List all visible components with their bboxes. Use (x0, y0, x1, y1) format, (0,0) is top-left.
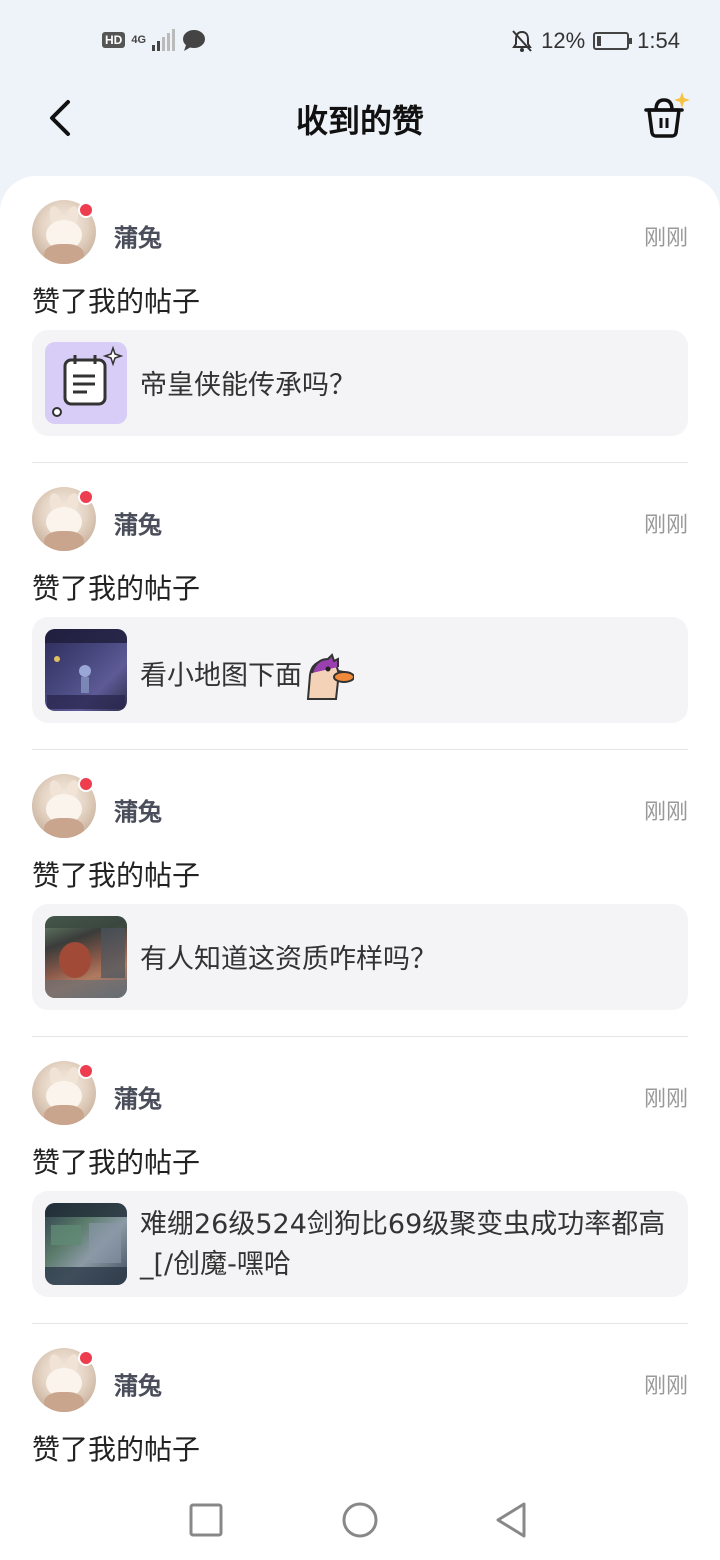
action-text: 赞了我的帖子 (32, 859, 201, 892)
dinosaur-emoji-icon (306, 653, 354, 700)
post-text: 有人知道这资质咋样吗？ (140, 944, 437, 975)
like-item[interactable]: 蒲兔 刚刚 赞了我的帖子 有人知道这资质咋样吗？ (32, 774, 688, 1014)
timestamp: 刚刚 (643, 226, 688, 251)
action-text: 赞了我的帖子 (32, 1433, 201, 1466)
battery-percent: 12% (541, 28, 586, 53)
timestamp: 刚刚 (643, 800, 688, 825)
post-thumbnail (45, 916, 127, 998)
post-text: 难绷26级524剑狗比69级聚变虫成功率都高_[/创魔-嘿哈 (140, 1209, 666, 1280)
unread-dot (78, 489, 94, 505)
timestamp: 刚刚 (643, 1087, 688, 1112)
system-nav-bar (0, 1476, 720, 1560)
signal-icon (152, 29, 176, 51)
mute-bell-icon (512, 30, 532, 52)
post-card[interactable]: 难绷26级524剑狗比69级聚变虫成功率都高_[/创魔-嘿哈 (32, 1191, 688, 1297)
like-item[interactable]: 蒲兔 刚刚 赞了我的帖子 看小地图下面 (32, 487, 688, 727)
divider (32, 1036, 688, 1037)
unread-dot (78, 1350, 94, 1366)
unread-dot (78, 1063, 94, 1079)
username[interactable]: 蒲兔 (114, 1366, 162, 1401)
username[interactable]: 蒲兔 (114, 505, 162, 540)
post-text: 帝皇侠能传承吗？ (140, 370, 356, 401)
username[interactable]: 蒲兔 (114, 1079, 162, 1114)
post-thumbnail (45, 629, 127, 711)
timestamp: 刚刚 (643, 1374, 688, 1399)
message-icon (183, 30, 206, 51)
like-item[interactable]: 蒲兔 刚刚 赞了我的帖子 (32, 1348, 688, 1476)
likes-list: 蒲兔 刚刚 赞了我的帖子 帝皇侠能传承吗？ 蒲兔 刚刚 赞了我的帖子 看小地图下… (0, 176, 720, 1476)
basket-icon[interactable] (640, 90, 690, 140)
note-icon (45, 342, 127, 424)
action-text: 赞了我的帖子 (32, 285, 201, 318)
post-card[interactable]: 帝皇侠能传承吗？ (32, 330, 688, 436)
post-text-content: 看小地图下面 (140, 660, 302, 692)
post-card[interactable]: 有人知道这资质咋样吗？ (32, 904, 688, 1010)
clock: 1:54 (637, 28, 680, 53)
timestamp: 刚刚 (643, 513, 688, 538)
unread-dot (78, 776, 94, 792)
post-thumbnail (45, 1203, 127, 1285)
divider (32, 462, 688, 463)
status-left: HD 4G (102, 28, 207, 52)
page-title: 收到的赞 (295, 102, 424, 140)
divider (32, 749, 688, 750)
4g-icon: 4G (131, 34, 147, 46)
like-item[interactable]: 蒲兔 刚刚 赞了我的帖子 帝皇侠能传承吗？ (32, 200, 688, 440)
status-right: 12% 1:54 (511, 28, 680, 54)
post-text: 看小地图下面 (140, 653, 354, 701)
action-text: 赞了我的帖子 (32, 1146, 201, 1179)
unread-dot (78, 202, 94, 218)
like-item[interactable]: 蒲兔 刚刚 赞了我的帖子 难绷26级524剑狗比69级聚变虫成功率都高_[/创魔… (32, 1061, 688, 1301)
hd-icon: HD (102, 32, 126, 48)
home-icon[interactable] (340, 1500, 380, 1540)
header: 收到的赞 (0, 84, 720, 150)
recent-apps-icon[interactable] (186, 1500, 226, 1540)
battery-icon (593, 32, 633, 50)
username[interactable]: 蒲兔 (114, 218, 162, 253)
username[interactable]: 蒲兔 (114, 792, 162, 827)
post-card[interactable]: 看小地图下面 (32, 617, 688, 723)
action-text: 赞了我的帖子 (32, 572, 201, 605)
back-triangle-icon[interactable] (492, 1500, 532, 1540)
status-bar: HD 4G 12% 1:54 (0, 0, 720, 84)
divider (32, 1323, 688, 1324)
